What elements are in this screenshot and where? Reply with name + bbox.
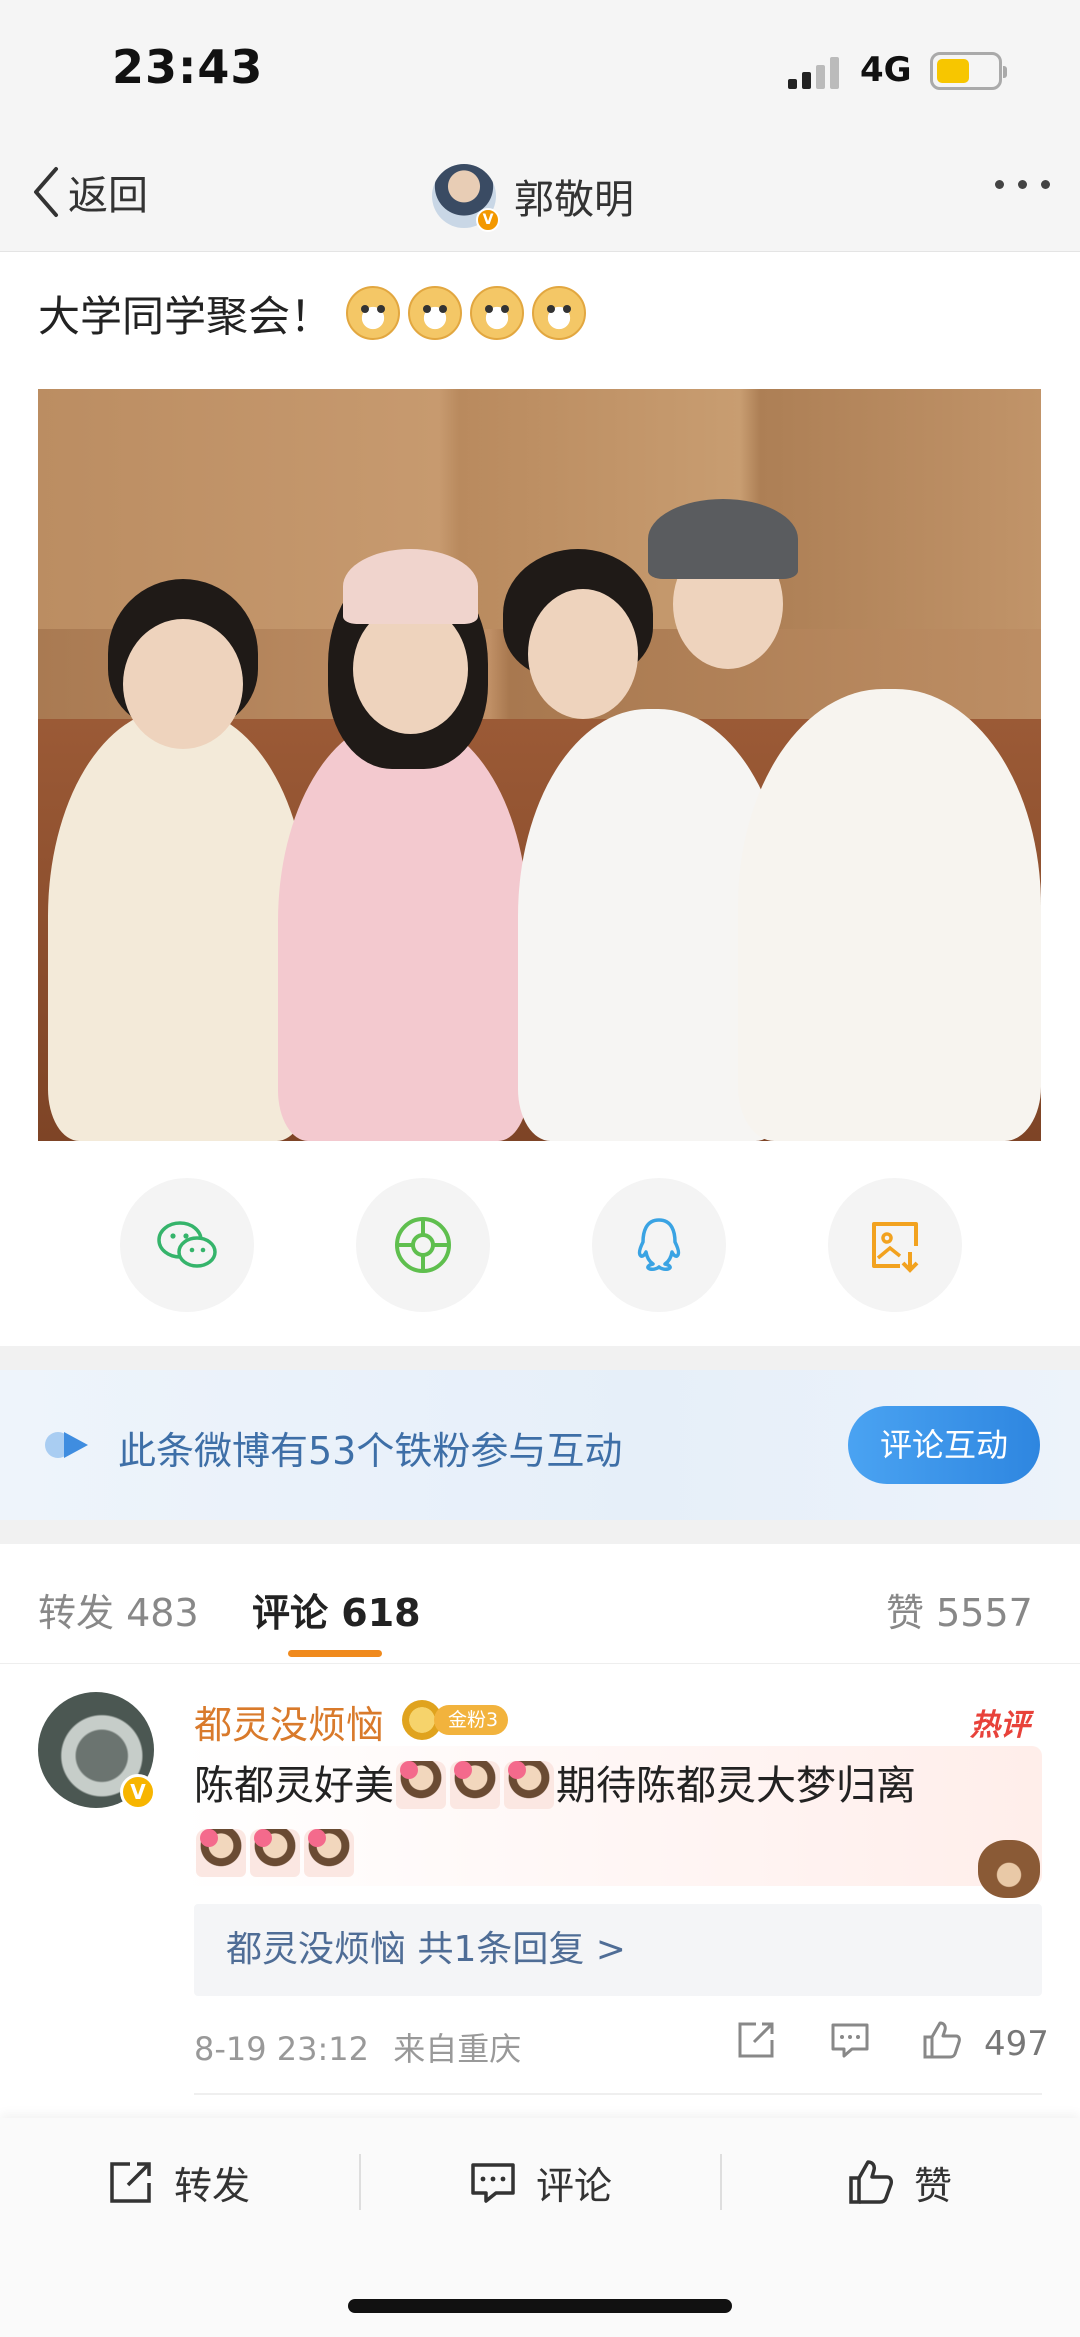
home-indicator[interactable] — [348, 2299, 732, 2313]
comment-repost-button[interactable] — [734, 2018, 778, 2066]
save-image-button[interactable] — [828, 1178, 962, 1312]
fan-level-badge: 金粉3 — [402, 1700, 509, 1740]
post-text-row: 大学同学聚会！ — [38, 278, 587, 348]
active-tab-indicator — [288, 1650, 382, 1657]
like-label: 赞 — [914, 2163, 953, 2208]
doge-emoji-icon — [532, 286, 587, 340]
status-bar: 23:43 4G — [0, 0, 1080, 140]
tab-comments-count: 618 — [341, 1591, 421, 1635]
toolbar-divider — [359, 2154, 361, 2210]
nav-user[interactable]: V 郭敬明 — [432, 156, 634, 236]
comment-text-part1: 陈都灵好美 — [194, 1763, 394, 1809]
tab-repost-label: 转发 — [38, 1591, 115, 1635]
repost-button[interactable]: 转发 — [106, 2152, 250, 2212]
comment-label: 评论 — [536, 2163, 613, 2208]
tab-comments[interactable]: 评论 618 — [252, 1582, 421, 1637]
sticker-emoji-icon — [196, 1829, 246, 1877]
verified-badge-icon: V — [476, 208, 500, 232]
view-replies-link[interactable]: 都灵没烦恼 共1条回复 > — [194, 1904, 1042, 1996]
clock: 23:43 — [112, 40, 264, 94]
section-divider — [0, 1520, 1080, 1544]
emoji-row — [346, 286, 587, 340]
bear-sticker-icon — [978, 1840, 1040, 1898]
sticker-emoji-icon — [304, 1829, 354, 1877]
nav-user-name[interactable]: 郭敬明 — [514, 167, 634, 225]
share-icon — [110, 2162, 151, 2203]
doge-emoji-icon — [408, 286, 463, 340]
verified-badge-icon: V — [120, 1774, 156, 1810]
qq-icon — [637, 1218, 681, 1271]
thumbs-up-icon — [849, 2160, 893, 2204]
repost-label: 转发 — [174, 2163, 251, 2208]
share-qq-button[interactable] — [592, 1178, 726, 1312]
like-button[interactable]: 赞 — [846, 2152, 952, 2212]
tab-repost-count: 483 — [126, 1591, 199, 1635]
post-image[interactable] — [38, 389, 1041, 1141]
comment-like-count: 497 — [984, 2024, 1049, 2064]
comment-icon — [831, 2023, 869, 2058]
tab-likes-label: 赞 — [886, 1591, 925, 1635]
doge-emoji-icon — [470, 286, 525, 340]
comment-meta: 8-19 23:12 来自重庆 — [194, 2024, 521, 2070]
tab-likes[interactable]: 赞 5557 — [886, 1582, 1033, 1637]
share-wechat-button[interactable] — [120, 1178, 254, 1312]
sticker-emoji-icon — [250, 1829, 300, 1877]
fan-level-label: 金粉3 — [434, 1705, 509, 1735]
sticker-emoji-icon — [396, 1761, 446, 1809]
comment-interact-button[interactable]: 评论互动 — [848, 1406, 1040, 1484]
comment-divider — [194, 2093, 1042, 2095]
section-divider — [0, 1346, 1080, 1370]
play-icon — [45, 1432, 88, 1458]
back-button[interactable]: 返回 — [30, 162, 148, 222]
nav-bar: 返回 V 郭敬明 — [0, 140, 1080, 252]
comment-text-part2: 期待陈都灵大梦归离 — [556, 1763, 916, 1809]
hot-comment-tag: 热评 — [970, 1708, 1030, 1743]
more-options-icon[interactable] — [995, 180, 1050, 189]
post-text: 大学同学聚会！ — [38, 291, 333, 341]
network-type: 4G — [860, 50, 912, 90]
tab-comments-label: 评论 — [252, 1591, 329, 1635]
wechat-icon — [157, 1221, 217, 1268]
share-icon — [738, 2022, 774, 2058]
share-moments-button[interactable] — [356, 1178, 490, 1312]
chevron-left-icon — [34, 167, 58, 217]
sticker-emoji-icon — [504, 1761, 554, 1809]
commenter-avatar[interactable]: V — [38, 1692, 156, 1810]
fan-interaction-banner: 此条微博有53个铁粉参与互动 评论互动 — [0, 1370, 1080, 1520]
comment-date: 8-19 23:12 — [194, 2030, 370, 2068]
comment-like-button[interactable] — [920, 2018, 964, 2066]
comment-reply-button[interactable] — [828, 2018, 872, 2066]
tab-likes-count: 5557 — [936, 1591, 1033, 1635]
back-label: 返回 — [68, 173, 148, 219]
comment-location: 来自重庆 — [393, 2030, 522, 2068]
comment-icon — [471, 2163, 515, 2203]
thumbs-up-icon — [923, 2021, 961, 2059]
fan-banner-text: 此条微博有53个铁粉参与互动 — [118, 1429, 623, 1473]
battery-icon — [930, 52, 1007, 90]
doge-emoji-icon — [346, 286, 401, 340]
comment-button[interactable]: 评论 — [468, 2152, 612, 2212]
save-image-icon — [872, 1222, 919, 1273]
toolbar-divider — [720, 2154, 722, 2210]
post-tabs: 转发 483 评论 618 赞 5557 — [0, 1544, 1080, 1664]
tab-repost[interactable]: 转发 483 — [38, 1582, 199, 1637]
signal-icon — [788, 55, 844, 89]
moments-icon — [395, 1217, 451, 1273]
avatar[interactable]: V — [432, 164, 500, 232]
comment-text: 陈都灵好美 期待陈都灵大梦归离 — [194, 1752, 1034, 1888]
sticker-emoji-icon — [450, 1761, 500, 1809]
commenter-name[interactable]: 都灵没烦恼 — [194, 1694, 384, 1749]
